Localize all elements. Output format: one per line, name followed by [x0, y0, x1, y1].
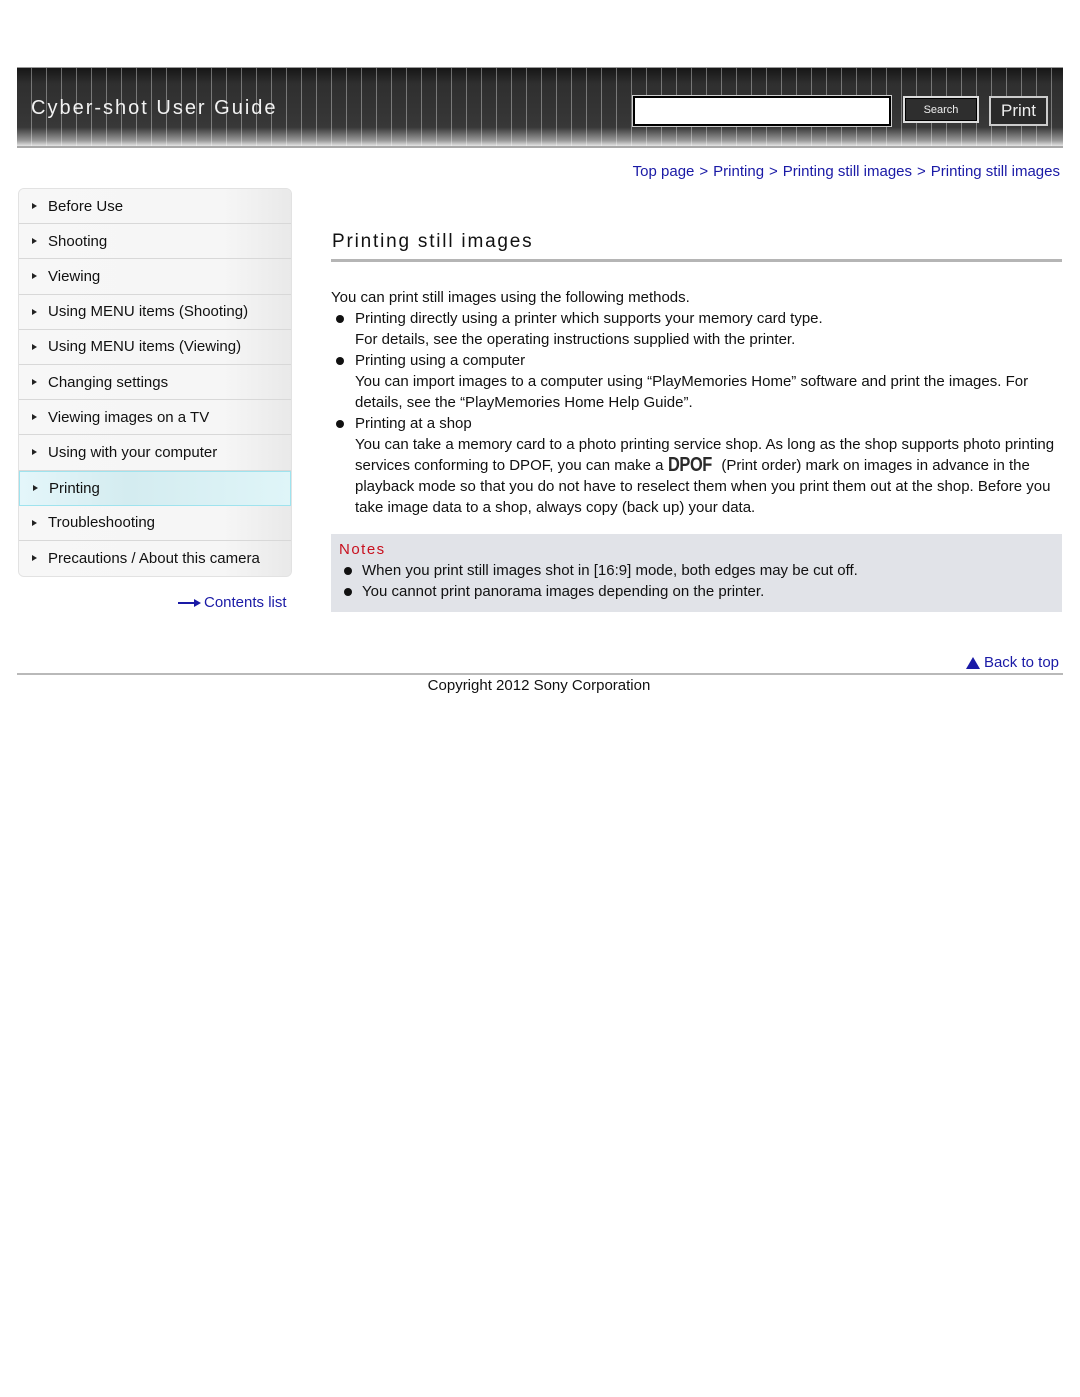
bullet-icon — [336, 357, 344, 365]
back-to-top-link[interactable]: Back to top — [965, 654, 1059, 671]
copyright-text: Copyright 2012 Sony Corporation — [427, 677, 651, 694]
breadcrumb-printing-still-images[interactable]: Printing still images — [783, 163, 912, 180]
sidebar-item-before-use[interactable]: Before Use — [19, 189, 291, 225]
method-item: Printing using a computer — [331, 350, 1056, 371]
sidebar-item-changing-settings[interactable]: Changing settings — [19, 364, 291, 401]
method-label: Printing directly using a printer which … — [355, 310, 823, 327]
header-banner: Cyber-shot User Guide Search Print — [17, 67, 1063, 147]
triangle-right-icon — [32, 414, 37, 421]
search-input[interactable] — [632, 95, 892, 127]
triangle-right-icon — [32, 343, 37, 350]
contents-list-link[interactable]: Contents list — [178, 594, 287, 611]
sidebar-nav: Before Use Shooting Viewing Using MENU i… — [18, 188, 292, 578]
triangle-right-icon — [32, 555, 37, 562]
app-title: Cyber-shot User Guide — [31, 97, 278, 119]
page-title: Printing still images — [332, 231, 534, 252]
notes-title: Notes — [339, 541, 386, 558]
breadcrumb-separator: > — [917, 163, 926, 180]
triangle-right-icon — [32, 203, 37, 210]
dpof-icon: DPOF — [667, 454, 712, 476]
sidebar-item-label: Viewing images on a TV — [48, 408, 210, 426]
main-content: You can print still images using the fol… — [331, 287, 1056, 518]
sidebar-item-menu-viewing[interactable]: Using MENU items (Viewing) — [19, 329, 291, 365]
intro-text: You can print still images using the fol… — [331, 289, 690, 306]
triangle-right-icon — [32, 449, 37, 456]
bullet-icon — [336, 420, 344, 428]
breadcrumb-printing[interactable]: Printing — [713, 163, 764, 180]
sidebar-item-label: Viewing — [48, 267, 101, 285]
triangle-right-icon — [32, 238, 37, 245]
note-text: You cannot print panorama images dependi… — [362, 583, 765, 600]
sidebar-item-troubleshooting[interactable]: Troubleshooting — [19, 505, 291, 541]
breadcrumb-separator: > — [769, 163, 778, 180]
breadcrumb-top-page[interactable]: Top page — [633, 163, 695, 180]
contents-list-label: Contents list — [204, 594, 287, 611]
search-button[interactable]: Search — [903, 96, 979, 123]
method-label: Printing at a shop — [355, 415, 472, 432]
triangle-right-icon — [33, 485, 38, 492]
sidebar-item-using-with-computer[interactable]: Using with your computer — [19, 435, 291, 471]
footer-divider — [17, 673, 1063, 675]
breadcrumb: Top page > Printing > Printing still images >… — [633, 163, 1060, 180]
sidebar-item-label: Troubleshooting — [48, 514, 156, 532]
method-item: Printing directly using a printer which … — [331, 308, 1056, 329]
method-label: Printing using a computer — [355, 352, 526, 369]
triangle-right-icon — [32, 273, 37, 280]
sidebar-item-shooting[interactable]: Shooting — [19, 224, 291, 260]
title-divider — [331, 259, 1062, 262]
sidebar-item-viewing[interactable]: Viewing — [19, 259, 291, 295]
breadcrumb-current-page[interactable]: Printing still images — [931, 163, 1060, 180]
method-detail: For details, see the operating instructi… — [355, 331, 796, 348]
sidebar-item-label: Changing settings — [48, 373, 169, 391]
sidebar-item-precautions[interactable]: Precautions / About this camera — [19, 540, 291, 577]
bullet-icon — [344, 567, 352, 575]
method-detail: You can import images to a computer usin… — [355, 373, 1029, 411]
header-divider — [17, 146, 1063, 148]
sidebar-item-label: Printing — [49, 479, 100, 497]
sidebar-item-viewing-on-tv[interactable]: Viewing images on a TV — [19, 400, 291, 436]
triangle-right-icon — [32, 308, 37, 315]
sidebar-item-label: Before Use — [48, 197, 124, 215]
sidebar-item-label: Shooting — [48, 232, 108, 250]
method-detail: You can take a memory card to a photo pr… — [331, 434, 1056, 518]
bullet-icon — [344, 588, 352, 596]
print-button[interactable]: Print — [989, 96, 1048, 126]
triangle-right-icon — [32, 379, 37, 386]
note-item: You cannot print panorama images dependi… — [339, 581, 1062, 602]
triangle-up-icon — [965, 656, 980, 669]
note-item: When you print still images shot in [16:… — [339, 560, 1062, 581]
sidebar-item-label: Using with your computer — [48, 443, 218, 461]
copyright: Copyright 2012 Sony Corporation — [0, 677, 1080, 694]
method-item: Printing at a shop — [331, 413, 1056, 434]
sidebar-item-label: Using MENU items (Viewing) — [48, 338, 242, 356]
sidebar-item-printing[interactable]: Printing — [19, 470, 291, 506]
note-text: When you print still images shot in [16:… — [362, 562, 858, 579]
breadcrumb-separator: > — [699, 163, 709, 180]
sidebar-item-label: Precautions / About this camera — [48, 549, 260, 567]
back-to-top-label: Back to top — [983, 654, 1059, 671]
triangle-right-icon — [32, 519, 37, 526]
sidebar-item-menu-shooting[interactable]: Using MENU items (Shooting) — [19, 294, 291, 330]
arrow-right-icon — [178, 598, 202, 608]
notes-box: Notes When you print still images shot i… — [331, 534, 1062, 612]
sidebar-item-label: Using MENU items (Shooting) — [48, 303, 249, 321]
bullet-icon — [336, 315, 344, 323]
